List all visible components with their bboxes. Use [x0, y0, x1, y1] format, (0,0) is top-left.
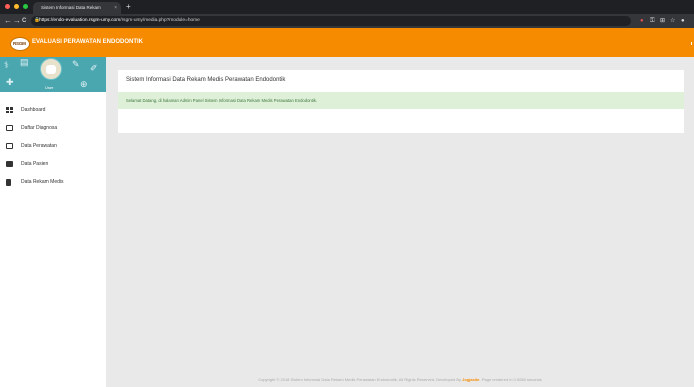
medical-icon: ⚕	[4, 60, 9, 70]
window-close-button[interactable]	[5, 4, 10, 9]
profile-icon[interactable]: ●	[681, 16, 685, 26]
sidebar-item-label: Daftar Diagnosa	[21, 125, 58, 131]
app-title[interactable]: EVALUASI PERAWATAN ENDODONTIK	[32, 39, 143, 45]
browser-tab[interactable]: Sistem Informasi Data Rekam ×	[33, 2, 121, 14]
url-host: https://endo-evaluation.rsgm-umy.com	[39, 18, 121, 23]
new-tab-button[interactable]: +	[126, 2, 131, 12]
window-controls	[5, 4, 28, 9]
sidebar-menu: Dashboard Daftar Diagnosa Data Perawatan…	[0, 101, 106, 191]
sidebar-item-dashboard[interactable]: Dashboard	[0, 101, 106, 119]
extension-icon[interactable]: ●	[640, 16, 644, 26]
forward-icon[interactable]: →	[13, 15, 21, 27]
page-footer: Copyright © 2018 Sistem Informasi Data R…	[106, 377, 694, 382]
avatar[interactable]	[40, 58, 62, 80]
sidebar-item-daftar-diagnosa[interactable]: Daftar Diagnosa	[0, 119, 106, 137]
sidebar-banner: ⚕ ▤ ✎ ✐ ✚ ⊕ User	[0, 57, 106, 92]
sidebar-item-data-pasien[interactable]: Data Pasien	[0, 155, 106, 173]
star-icon[interactable]: ☆	[670, 16, 675, 26]
window-minimize-button[interactable]	[14, 4, 19, 9]
welcome-card: Sistem Informasi Data Rekam Medis Perawa…	[118, 70, 684, 133]
page-title: Sistem Informasi Data Rekam Medis Perawa…	[126, 77, 286, 83]
key-icon[interactable]: ⚿	[650, 16, 655, 26]
cross-icon: ✚	[6, 77, 14, 87]
lock-icon: 🔒	[34, 18, 40, 23]
developer-link[interactable]: Jogjasite	[462, 377, 479, 382]
footer-render-time: . Page rendered in 0.0058 seconds	[479, 377, 542, 382]
file-icon	[6, 178, 11, 186]
user-label[interactable]: User	[45, 85, 53, 90]
dashboard-icon	[6, 107, 13, 113]
sidebar: ⚕ ▤ ✎ ✐ ✚ ⊕ User Dashboard Daftar Diagno…	[0, 57, 106, 387]
folder-icon	[6, 125, 13, 131]
sidebar-item-label: Data Perawatan	[21, 143, 57, 149]
app-header: RSGM EVALUASI PERAWATAN ENDODONTIK	[0, 28, 694, 57]
tab-close-icon[interactable]: ×	[114, 2, 117, 14]
folder-filled-icon	[6, 161, 13, 167]
header-menu-icon[interactable]	[690, 42, 692, 45]
footer-text: Copyright © 2018 Sistem Informasi Data R…	[258, 377, 463, 382]
folder-icon	[6, 143, 13, 149]
browser-tab-strip: Sistem Informasi Data Rekam × +	[0, 0, 694, 14]
url-path: /rsgm-umy/media.php?module=home	[120, 18, 200, 23]
translate-icon[interactable]: ⊞	[660, 16, 665, 26]
reload-icon[interactable]: C	[22, 15, 26, 27]
logo-text: RSGM	[13, 41, 26, 46]
sidebar-item-label: Data Rekam Medis	[21, 179, 64, 185]
window-maximize-button[interactable]	[23, 4, 28, 9]
pill-icon: ✎	[72, 59, 80, 69]
browser-tab-title: Sistem Informasi Data Rekam	[41, 5, 101, 10]
syringe-icon: ✐	[90, 63, 98, 73]
sidebar-item-label: Data Pasien	[21, 161, 49, 167]
welcome-alert: Selamat Datang, di halaman Admin Panel S…	[118, 92, 684, 109]
logo[interactable]: RSGM	[10, 37, 30, 51]
back-icon[interactable]: ←	[4, 15, 12, 27]
sidebar-item-data-rekam-medis[interactable]: Data Rekam Medis	[0, 173, 106, 191]
address-bar[interactable]: 🔒 https://endo-evaluation.rsgm-umy.com/r…	[31, 16, 631, 26]
clipboard-icon: ▤	[20, 57, 29, 67]
browser-toolbar: ← → C 🔒 https://endo-evaluation.rsgm-umy…	[0, 14, 694, 28]
sidebar-item-label: Dashboard	[21, 107, 46, 113]
sidebar-item-data-perawatan[interactable]: Data Perawatan	[0, 137, 106, 155]
stethoscope-icon: ⊕	[80, 79, 88, 89]
